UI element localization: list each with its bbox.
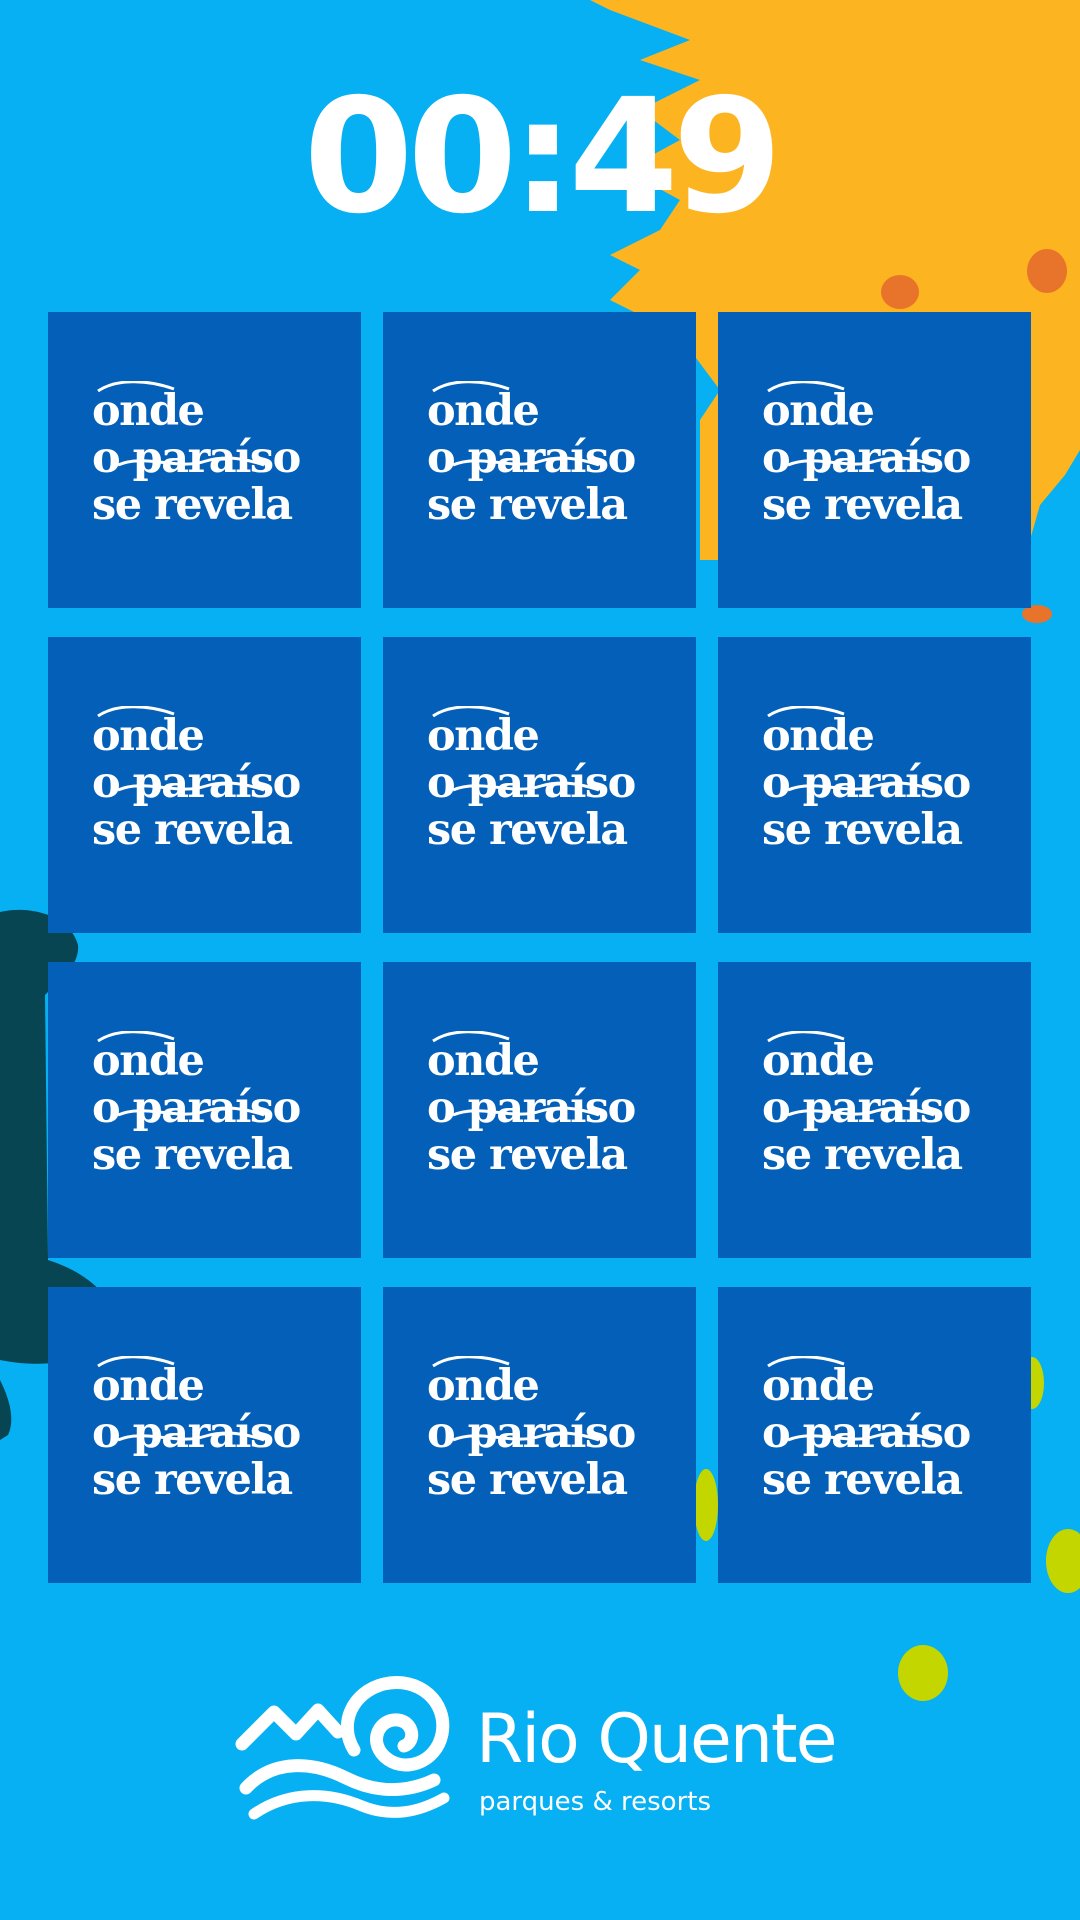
swirl-icon [767,381,845,393]
memory-card[interactable]: onde o paraíso se revela [383,637,696,933]
memory-card[interactable]: onde o paraíso se revela [383,1287,696,1583]
slogan-line-1: onde [762,1361,875,1411]
wave-icon [452,1106,600,1117]
swirl-icon [97,1356,175,1368]
swirl-icon [432,1356,510,1368]
swirl-icon [432,381,510,393]
slogan-line-1: onde [92,386,205,436]
slogan-line-1: onde [427,1361,540,1411]
swirl-icon [767,1356,845,1368]
slogan-line-1: onde [92,1361,205,1411]
wave-icon [452,781,600,792]
memory-card[interactable]: onde o paraíso se revela [48,637,361,933]
memory-card[interactable]: onde o paraíso se revela [383,312,696,608]
swirl-icon [97,381,175,393]
slogan-line-1: onde [92,1036,205,1086]
slogan-line-3: se revela [427,480,628,530]
swirl-icon [97,1031,175,1043]
wave-icon [117,456,265,467]
swirl-icon [767,706,845,718]
memory-card[interactable]: onde o paraíso se revela [718,962,1031,1258]
memory-card[interactable]: onde o paraíso se revela [48,1287,361,1583]
brand-tagline: parques & resorts [479,1787,711,1817]
slogan-line-1: onde [762,711,875,761]
slogan-line-3: se revela [427,1130,628,1180]
slogan-line-3: se revela [427,1455,628,1505]
slogan-line-1: onde [427,1036,540,1086]
wave-icon [452,1431,600,1442]
countdown-timer: 00:49 [303,65,783,249]
wave-icon [452,456,600,467]
rio-quente-logo-icon [235,1676,450,1820]
slogan-line-1: onde [427,711,540,761]
swirl-icon [432,1031,510,1043]
slogan-line-1: onde [92,711,205,761]
wave-icon [787,1106,935,1117]
wave-icon [117,781,265,792]
slogan-line-3: se revela [92,805,293,855]
slogan-line-3: se revela [762,1130,963,1180]
slogan-line-3: se revela [762,480,963,530]
slogan-line-1: onde [762,1036,875,1086]
slogan-line-3: se revela [92,480,293,530]
slogan-line-3: se revela [762,1455,963,1505]
slogan-line-3: se revela [92,1455,293,1505]
wave-icon [787,781,935,792]
brand-logo: Rio Quente parques & resorts [234,1662,854,1832]
wave-icon [787,1431,935,1442]
slogan-line-1: onde [762,386,875,436]
memory-card[interactable]: onde o paraíso se revela [383,962,696,1258]
wave-icon [787,456,935,467]
memory-card[interactable]: onde o paraíso se revela [718,637,1031,933]
slogan-line-3: se revela [762,805,963,855]
memory-card[interactable]: onde o paraíso se revela [48,962,361,1258]
memory-card-grid: onde o paraíso se revela onde o paraíso … [48,312,1032,1583]
swirl-icon [432,706,510,718]
memory-card[interactable]: onde o paraíso se revela [718,1287,1031,1583]
brand-name: Rio Quente [476,1700,837,1779]
swirl-icon [97,706,175,718]
wave-icon [117,1431,265,1442]
slogan-line-1: onde [427,386,540,436]
memory-card[interactable]: onde o paraíso se revela [718,312,1031,608]
wave-icon [117,1106,265,1117]
slogan-line-3: se revela [92,1130,293,1180]
memory-card[interactable]: onde o paraíso se revela [48,312,361,608]
swirl-icon [767,1031,845,1043]
slogan-line-3: se revela [427,805,628,855]
